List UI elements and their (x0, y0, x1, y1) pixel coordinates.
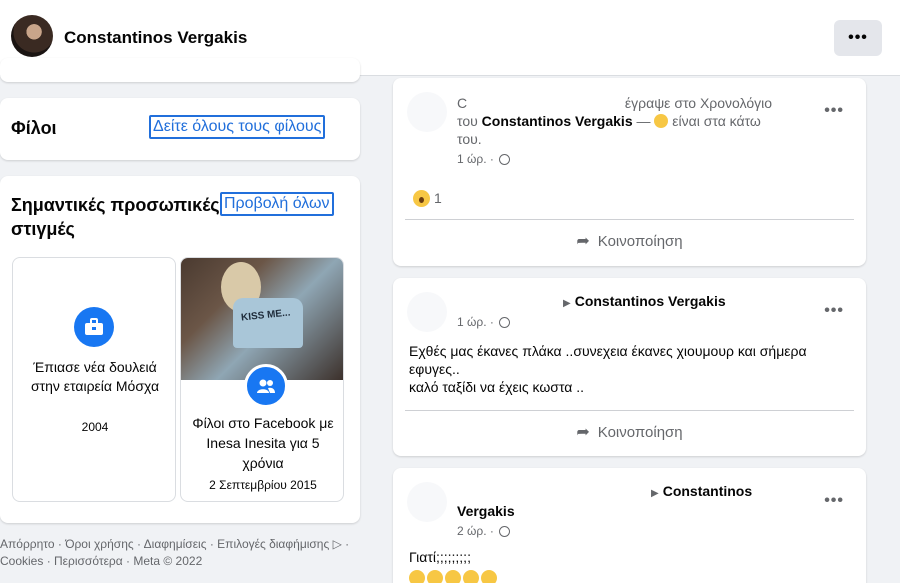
post-author-name[interactable]: Vergakis (457, 503, 515, 519)
life-event-date: 2004 (81, 420, 109, 434)
post-author-avatar[interactable] (407, 482, 447, 522)
post-options-button[interactable]: ••• (824, 302, 844, 320)
post-author-name[interactable]: C (457, 95, 467, 111)
intro-card-bottom (0, 58, 360, 82)
reaction-summary[interactable]: 1 (413, 190, 442, 207)
arrow-right-icon: ▶ (651, 488, 659, 499)
crying-emoji-icons (409, 570, 499, 583)
life-event-tile[interactable]: Έπιασε νέα δουλειά στην εταιρεία Μόσχα 2… (12, 257, 176, 502)
post-text: Εχθές μας έκανες πλάκα ..συνεχεια έκανες… (409, 342, 854, 396)
life-event-text: Φίλοι στο Facebook με Inesa Inesita για … (192, 415, 334, 471)
life-event-photo[interactable]: KISS ME... (181, 258, 343, 380)
post-author-avatar[interactable] (407, 292, 447, 332)
post-header-text: — (636, 113, 655, 129)
share-icon: ➦ (576, 424, 590, 441)
photo-shirt-text: KISS ME... (240, 307, 291, 324)
footer-links[interactable]: Απόρρητο · Όροι χρήσης · Διαφημίσεις · Ε… (0, 536, 362, 570)
post-text-line: Εχθές μας έκανες πλάκα ..συνεχεια έκανες… (409, 343, 807, 377)
share-icon: ➦ (576, 233, 590, 250)
life-events-title: Σημαντικές προσωπικές στιγμές (11, 195, 220, 239)
share-label: Κοινοποίηση (597, 232, 683, 250)
profile-avatar[interactable] (11, 15, 53, 57)
globe-icon (499, 526, 511, 537)
photo-shirt: KISS ME... (233, 298, 303, 348)
see-all-friends-link[interactable]: Δείτε όλους τους φίλους (149, 115, 326, 139)
divider (405, 410, 854, 411)
post-header-text: του (457, 113, 478, 129)
post-author-name[interactable]: ▶ Constantinos Vergakis (563, 293, 726, 309)
post-timestamp[interactable]: 1 ώρ. · (457, 315, 511, 329)
life-event-text: Έπιασε νέα δουλειά στην εταιρεία Μόσχα (30, 359, 160, 394)
life-event-tile[interactable]: KISS ME... Φίλοι στο Facebook με Inesa I… (180, 257, 344, 502)
sad-emoji-icon (654, 114, 669, 128)
post-header-text: του. (457, 131, 482, 147)
post-text-line: καλό ταξίδι να έχεις κωστα .. (409, 379, 585, 395)
post-text: Γιατί;;;;;;;;; (409, 549, 471, 565)
post-timestamp[interactable]: 2 ώρ. · (457, 524, 511, 538)
post-options-button[interactable]: ••• (824, 102, 844, 120)
post-header-text: έγραψε στο Χρονολόγιο (624, 95, 773, 111)
wow-reaction-icon (413, 190, 430, 207)
life-event-date: 2 Σεπτεμβρίου 2015 (209, 478, 317, 492)
post-timestamp[interactable]: 1 ώρ. · (457, 152, 511, 166)
feed-post: ▶ Constantinos Vergakis 2 ώρ. · ••• Γιατί… (393, 468, 866, 583)
reaction-count: 1 (434, 190, 442, 206)
feed-post: ▶ Constantinos Vergakis 1 ώρ. · ••• Εχθές… (393, 278, 866, 456)
share-button[interactable]: ➦ Κοινοποίηση (405, 415, 854, 449)
share-label: Κοινοποίηση (597, 423, 683, 441)
post-header-text: είναι στα κάτω (668, 113, 761, 129)
globe-icon (499, 154, 511, 165)
friends-icon (244, 364, 288, 408)
see-all-life-events-link[interactable]: Προβολή όλων (220, 192, 334, 216)
tagged-name-link[interactable]: Constantinos Vergakis (482, 113, 633, 129)
arrow-right-icon: ▶ (563, 298, 571, 309)
share-button[interactable]: ➦ Κοινοποίηση (405, 224, 854, 258)
profile-name[interactable]: Constantinos Vergakis (64, 28, 247, 48)
post-author-avatar[interactable] (407, 92, 447, 132)
friends-title: Φίλοι (11, 118, 57, 138)
briefcase-icon (74, 307, 114, 347)
feed-post: C έγραψε στο Χρονολόγιο του Constantinos… (393, 78, 866, 266)
post-options-button[interactable]: ••• (824, 492, 844, 510)
globe-icon (499, 317, 511, 328)
divider (405, 219, 854, 220)
more-options-button[interactable]: ••• (834, 20, 882, 56)
post-header: C έγραψε στο Χρονολόγιο του Constantinos… (457, 94, 817, 148)
post-author-name[interactable]: ▶ Constantinos (651, 483, 752, 499)
